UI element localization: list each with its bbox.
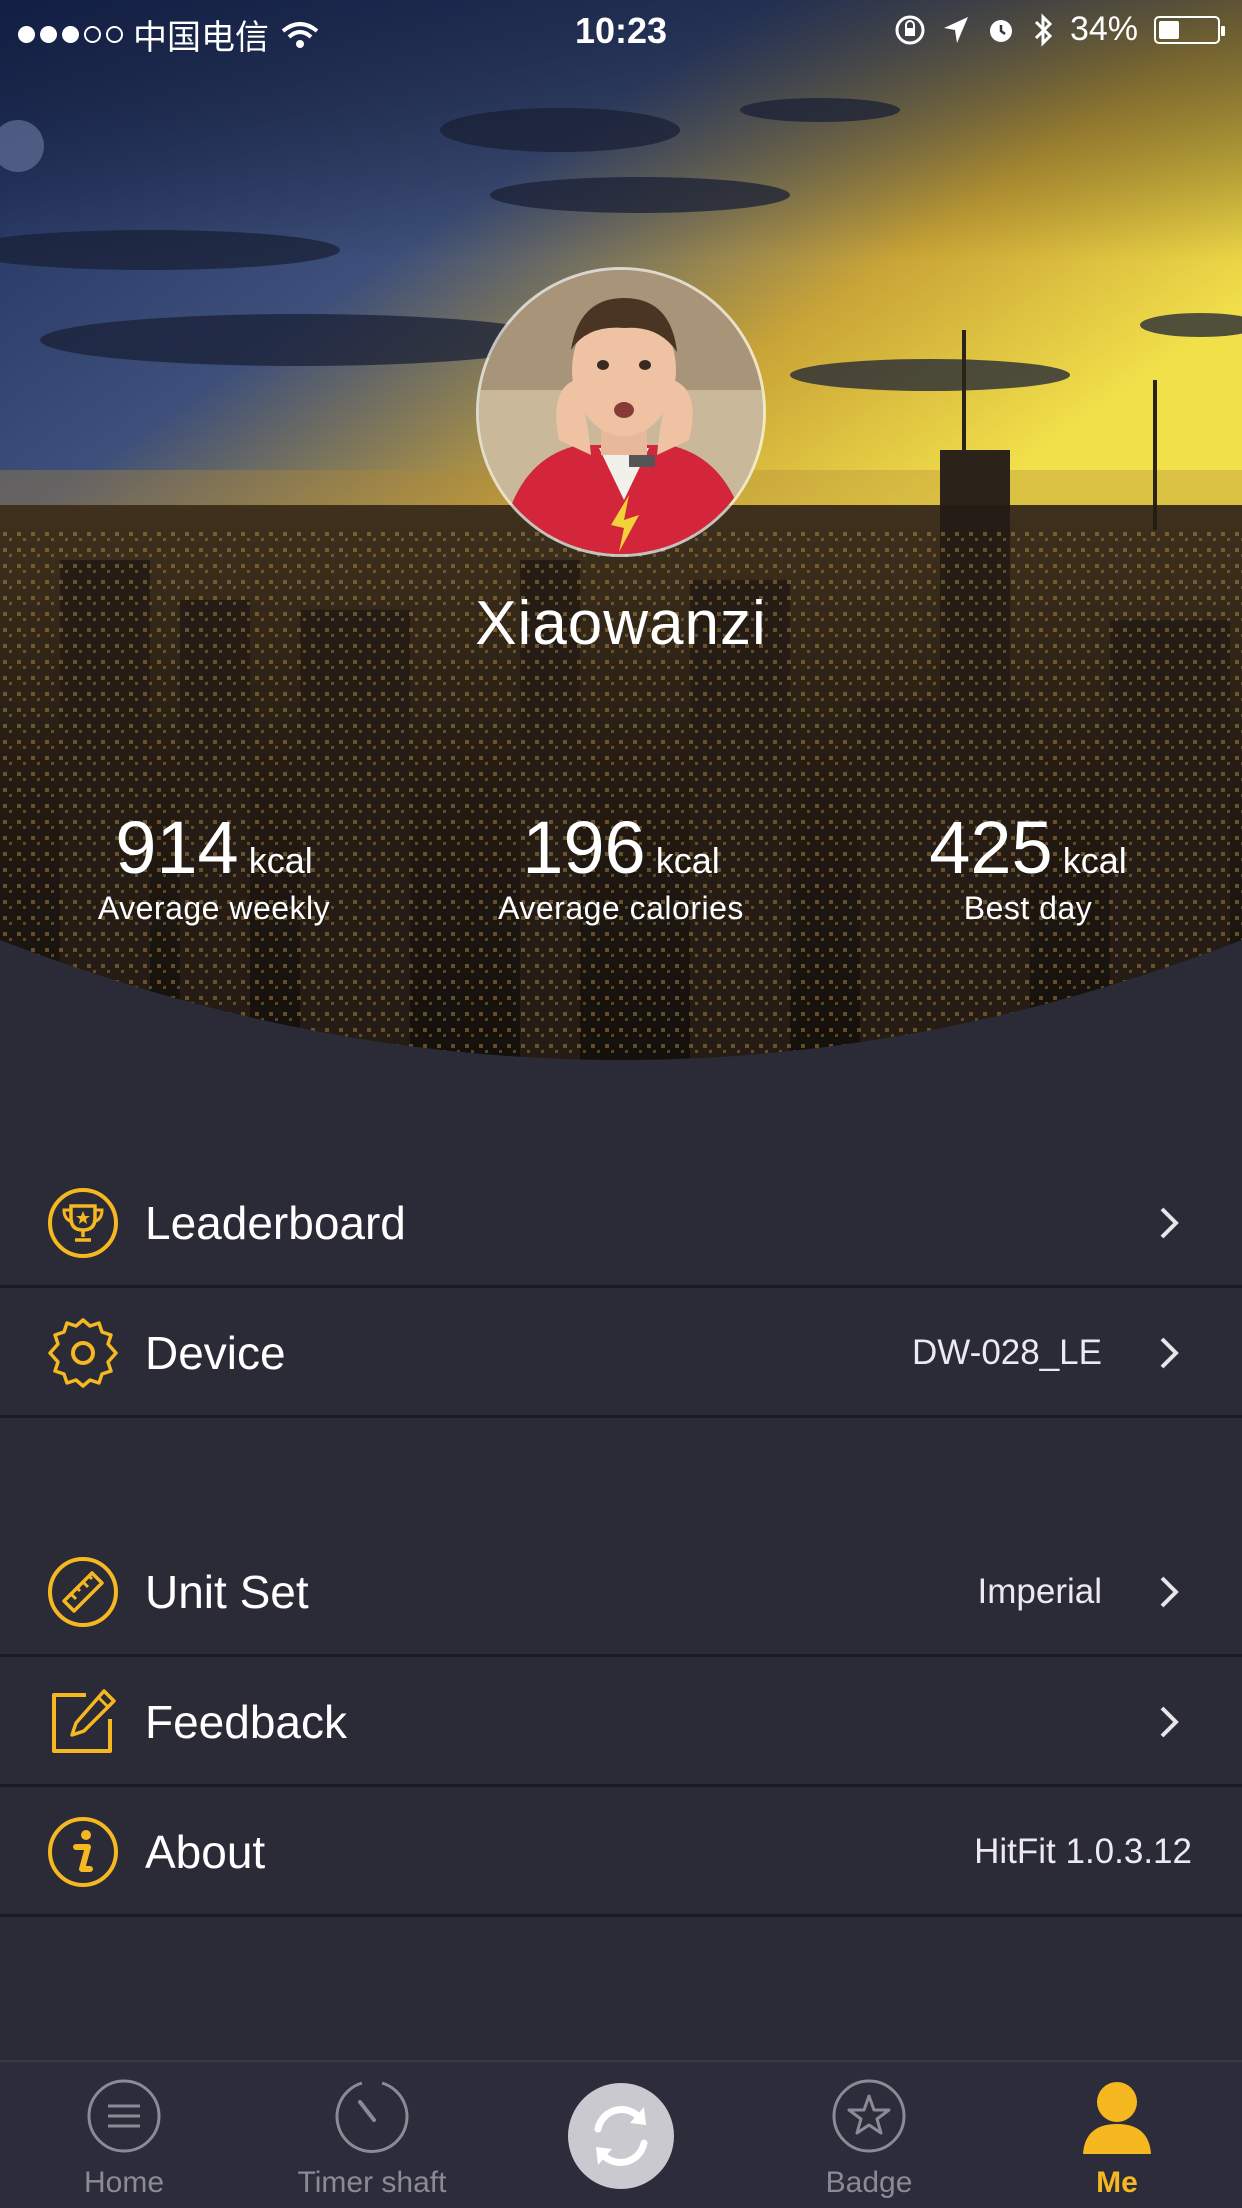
chevron-right-icon <box>1160 1337 1179 1369</box>
battery-icon <box>1154 15 1225 44</box>
leaderboard-label: Leaderboard <box>145 1197 406 1249</box>
stat-label: Average calories <box>498 890 744 926</box>
unit-set-value: Imperial <box>977 1572 1102 1611</box>
info-icon <box>48 1817 118 1887</box>
profile-screen: 中国电信 10:23 34% Xiaowanzi 914 kcal Averag… <box>0 0 1242 2208</box>
user-icon <box>1083 2082 1151 2154</box>
unit-set-row[interactable]: Unit Set Imperial <box>0 1527 1242 1657</box>
timer-icon <box>335 2081 409 2153</box>
tab-badge[interactable]: Badge <box>745 2062 993 2208</box>
battery-percent: 34% <box>1069 10 1138 48</box>
tab-badge-label: Badge <box>825 2166 913 2199</box>
orientation-lock-icon <box>895 15 925 44</box>
tab-me-label: Me <box>1096 2166 1138 2199</box>
tab-timer-shaft[interactable]: Timer shaft <box>248 2062 496 2208</box>
about-row[interactable]: About HitFit 1.0.3.12 <box>0 1787 1242 1917</box>
tab-home-label: Home <box>83 2166 165 2199</box>
stat-value: 425 <box>929 806 1053 889</box>
chevron-right-icon <box>1160 1207 1179 1239</box>
stat-value: 914 <box>115 806 239 889</box>
stat-unit: kcal <box>655 840 720 881</box>
star-icon <box>832 2079 906 2153</box>
sync-icon <box>594 2106 648 2166</box>
tab-me[interactable]: Me <box>993 2062 1241 2208</box>
device-label: Device <box>145 1327 286 1379</box>
chevron-right-icon <box>1160 1576 1179 1608</box>
stat-unit: kcal <box>248 840 313 881</box>
bluetooth-icon <box>1034 12 1053 47</box>
stat-best-day: 425 kcal Best day <box>821 808 1235 927</box>
status-bar: 中国电信 10:23 34% <box>0 0 1242 60</box>
about-value: HitFit 1.0.3.12 <box>974 1832 1192 1871</box>
feedback-label: Feedback <box>145 1696 348 1748</box>
trophy-icon <box>48 1188 118 1258</box>
username: Xiaowanzi <box>475 589 767 658</box>
stat-label: Average weekly <box>97 890 331 926</box>
menu-icon <box>87 2079 161 2153</box>
battery-level <box>1159 20 1179 39</box>
stat-average-weekly: 914 kcal Average weekly <box>7 808 421 927</box>
device-value: DW-028_LE <box>911 1333 1102 1372</box>
gear-icon <box>48 1318 118 1388</box>
stat-label: Best day <box>963 890 1093 926</box>
stats-row: 914 kcal Average weekly 196 kcal Average c… <box>0 808 1242 938</box>
feedback-row[interactable]: Feedback <box>0 1657 1242 1787</box>
stat-value: 196 <box>522 806 646 889</box>
about-label: About <box>145 1826 266 1878</box>
sync-button[interactable] <box>568 2083 674 2189</box>
leaderboard-row[interactable]: Leaderboard <box>0 1158 1242 1288</box>
device-row[interactable]: Device DW-028_LE <box>0 1288 1242 1418</box>
ruler-icon <box>48 1557 118 1627</box>
unit-set-label: Unit Set <box>145 1566 309 1618</box>
stat-average-calories: 196 kcal Average calories <box>414 808 828 927</box>
stat-unit: kcal <box>1062 840 1127 881</box>
alarm-icon <box>989 19 1012 42</box>
chevron-right-icon <box>1160 1706 1179 1738</box>
edit-icon <box>52 1689 116 1753</box>
location-icon <box>943 16 968 43</box>
avatar[interactable] <box>476 267 766 557</box>
tab-timer-label: Timer shaft <box>297 2166 447 2199</box>
tab-home[interactable]: Home <box>0 2062 248 2208</box>
